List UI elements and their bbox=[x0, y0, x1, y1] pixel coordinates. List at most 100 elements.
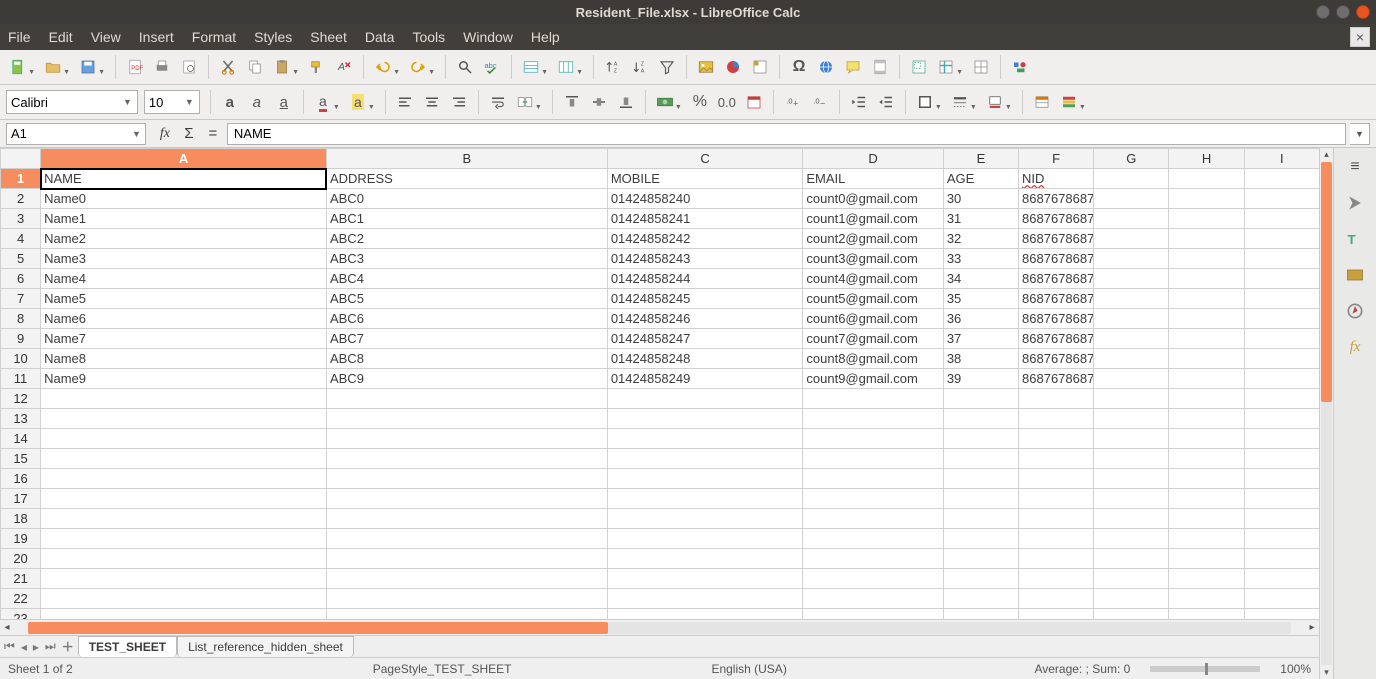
cell-H1[interactable] bbox=[1169, 169, 1244, 189]
cell-A3[interactable]: Name1 bbox=[41, 209, 327, 229]
cell-E14[interactable] bbox=[943, 429, 1018, 449]
cell-A15[interactable] bbox=[41, 449, 327, 469]
cell-E7[interactable]: 35 bbox=[943, 289, 1018, 309]
cell-G11[interactable] bbox=[1094, 369, 1169, 389]
cell-C12[interactable] bbox=[607, 389, 803, 409]
cell-H14[interactable] bbox=[1169, 429, 1244, 449]
insert-chart-button[interactable] bbox=[721, 55, 745, 79]
cell-C1[interactable]: MOBILE bbox=[607, 169, 803, 189]
cell-A10[interactable]: Name8 bbox=[41, 349, 327, 369]
cell-B1[interactable]: ADDRESS bbox=[326, 169, 607, 189]
row-header-11[interactable]: 11 bbox=[1, 369, 41, 389]
name-box[interactable] bbox=[6, 123, 146, 145]
row-header-2[interactable]: 2 bbox=[1, 189, 41, 209]
cell-A17[interactable] bbox=[41, 489, 327, 509]
cell-F14[interactable] bbox=[1019, 429, 1094, 449]
menu-data[interactable]: Data bbox=[365, 29, 395, 45]
cell-G2[interactable] bbox=[1094, 189, 1169, 209]
special-char-button[interactable]: Ω bbox=[787, 55, 811, 79]
cell-I2[interactable] bbox=[1244, 189, 1319, 209]
cell-F15[interactable] bbox=[1019, 449, 1094, 469]
cell-B23[interactable] bbox=[326, 609, 607, 620]
cell-A23[interactable] bbox=[41, 609, 327, 620]
cell-G9[interactable] bbox=[1094, 329, 1169, 349]
menu-styles[interactable]: Styles bbox=[254, 29, 292, 45]
cell-H5[interactable] bbox=[1169, 249, 1244, 269]
cell-F3[interactable]: 86876786876871 bbox=[1019, 209, 1094, 229]
column-header-G[interactable]: G bbox=[1094, 149, 1169, 169]
cell-I3[interactable] bbox=[1244, 209, 1319, 229]
row-header-19[interactable]: 19 bbox=[1, 529, 41, 549]
menu-help[interactable]: Help bbox=[531, 29, 560, 45]
cell-D2[interactable]: count0@gmail.com bbox=[803, 189, 943, 209]
sort-desc-button[interactable]: ZA bbox=[628, 55, 652, 79]
spreadsheet-grid[interactable]: ABCDEFGHI 1NAMEADDRESSMOBILEEMAILAGENID2… bbox=[0, 148, 1319, 619]
cell-B10[interactable]: ABC8 bbox=[326, 349, 607, 369]
paste-button[interactable]: ▼ bbox=[270, 55, 294, 79]
column-button[interactable]: ▼ bbox=[554, 55, 578, 79]
cell-F22[interactable] bbox=[1019, 589, 1094, 609]
zoom-slider[interactable] bbox=[1150, 666, 1260, 672]
cell-G7[interactable] bbox=[1094, 289, 1169, 309]
menu-insert[interactable]: Insert bbox=[139, 29, 174, 45]
window-close-button[interactable] bbox=[1356, 5, 1370, 19]
cell-A19[interactable] bbox=[41, 529, 327, 549]
cell-G19[interactable] bbox=[1094, 529, 1169, 549]
cell-G17[interactable] bbox=[1094, 489, 1169, 509]
cell-I17[interactable] bbox=[1244, 489, 1319, 509]
row-header-18[interactable]: 18 bbox=[1, 509, 41, 529]
cell-D20[interactable] bbox=[803, 549, 943, 569]
cell-F7[interactable]: 86876786876875 bbox=[1019, 289, 1094, 309]
cell-F12[interactable] bbox=[1019, 389, 1094, 409]
cell-B4[interactable]: ABC2 bbox=[326, 229, 607, 249]
cell-D7[interactable]: count5@gmail.com bbox=[803, 289, 943, 309]
cell-B14[interactable] bbox=[326, 429, 607, 449]
cell-I5[interactable] bbox=[1244, 249, 1319, 269]
tab-prev-button[interactable]: ◂ bbox=[21, 640, 27, 654]
cell-E3[interactable]: 31 bbox=[943, 209, 1018, 229]
column-header-F[interactable]: F bbox=[1019, 149, 1094, 169]
cell-B5[interactable]: ABC3 bbox=[326, 249, 607, 269]
cell-F11[interactable]: 86876786876879 bbox=[1019, 369, 1094, 389]
cell-F19[interactable] bbox=[1019, 529, 1094, 549]
cell-F20[interactable] bbox=[1019, 549, 1094, 569]
cell-D13[interactable] bbox=[803, 409, 943, 429]
undo-button[interactable]: ▼ bbox=[371, 55, 395, 79]
cell-H10[interactable] bbox=[1169, 349, 1244, 369]
cell-C4[interactable]: 01424858242 bbox=[607, 229, 803, 249]
row-header-1[interactable]: 1 bbox=[1, 169, 41, 189]
cell-G22[interactable] bbox=[1094, 589, 1169, 609]
select-all-corner[interactable] bbox=[1, 149, 41, 169]
print-button[interactable] bbox=[150, 55, 174, 79]
cell-E8[interactable]: 36 bbox=[943, 309, 1018, 329]
cell-H8[interactable] bbox=[1169, 309, 1244, 329]
cell-D18[interactable] bbox=[803, 509, 943, 529]
cell-I1[interactable] bbox=[1244, 169, 1319, 189]
status-zoom[interactable]: 100% bbox=[1280, 662, 1311, 676]
cell-H21[interactable] bbox=[1169, 569, 1244, 589]
cell-E20[interactable] bbox=[943, 549, 1018, 569]
sheet-tab[interactable]: TEST_SHEET bbox=[78, 636, 177, 657]
cell-H20[interactable] bbox=[1169, 549, 1244, 569]
save-button[interactable]: ▼ bbox=[76, 55, 100, 79]
cell-C9[interactable]: 01424858247 bbox=[607, 329, 803, 349]
cell-H3[interactable] bbox=[1169, 209, 1244, 229]
cell-D19[interactable] bbox=[803, 529, 943, 549]
cell-C15[interactable] bbox=[607, 449, 803, 469]
cell-C8[interactable]: 01424858246 bbox=[607, 309, 803, 329]
row-header-5[interactable]: 5 bbox=[1, 249, 41, 269]
cell-C2[interactable]: 01424858240 bbox=[607, 189, 803, 209]
cell-E5[interactable]: 33 bbox=[943, 249, 1018, 269]
define-print-area-button[interactable] bbox=[907, 55, 931, 79]
autoformat-button[interactable] bbox=[1030, 90, 1054, 114]
cell-G13[interactable] bbox=[1094, 409, 1169, 429]
document-close-button[interactable]: × bbox=[1350, 27, 1370, 47]
cell-C20[interactable] bbox=[607, 549, 803, 569]
align-right-button[interactable] bbox=[447, 90, 471, 114]
cell-B20[interactable] bbox=[326, 549, 607, 569]
cell-H23[interactable] bbox=[1169, 609, 1244, 620]
align-left-button[interactable] bbox=[393, 90, 417, 114]
cell-A11[interactable]: Name9 bbox=[41, 369, 327, 389]
add-sheet-button[interactable]: ＋ bbox=[62, 638, 74, 655]
borders-button[interactable]: ▼ bbox=[913, 90, 937, 114]
